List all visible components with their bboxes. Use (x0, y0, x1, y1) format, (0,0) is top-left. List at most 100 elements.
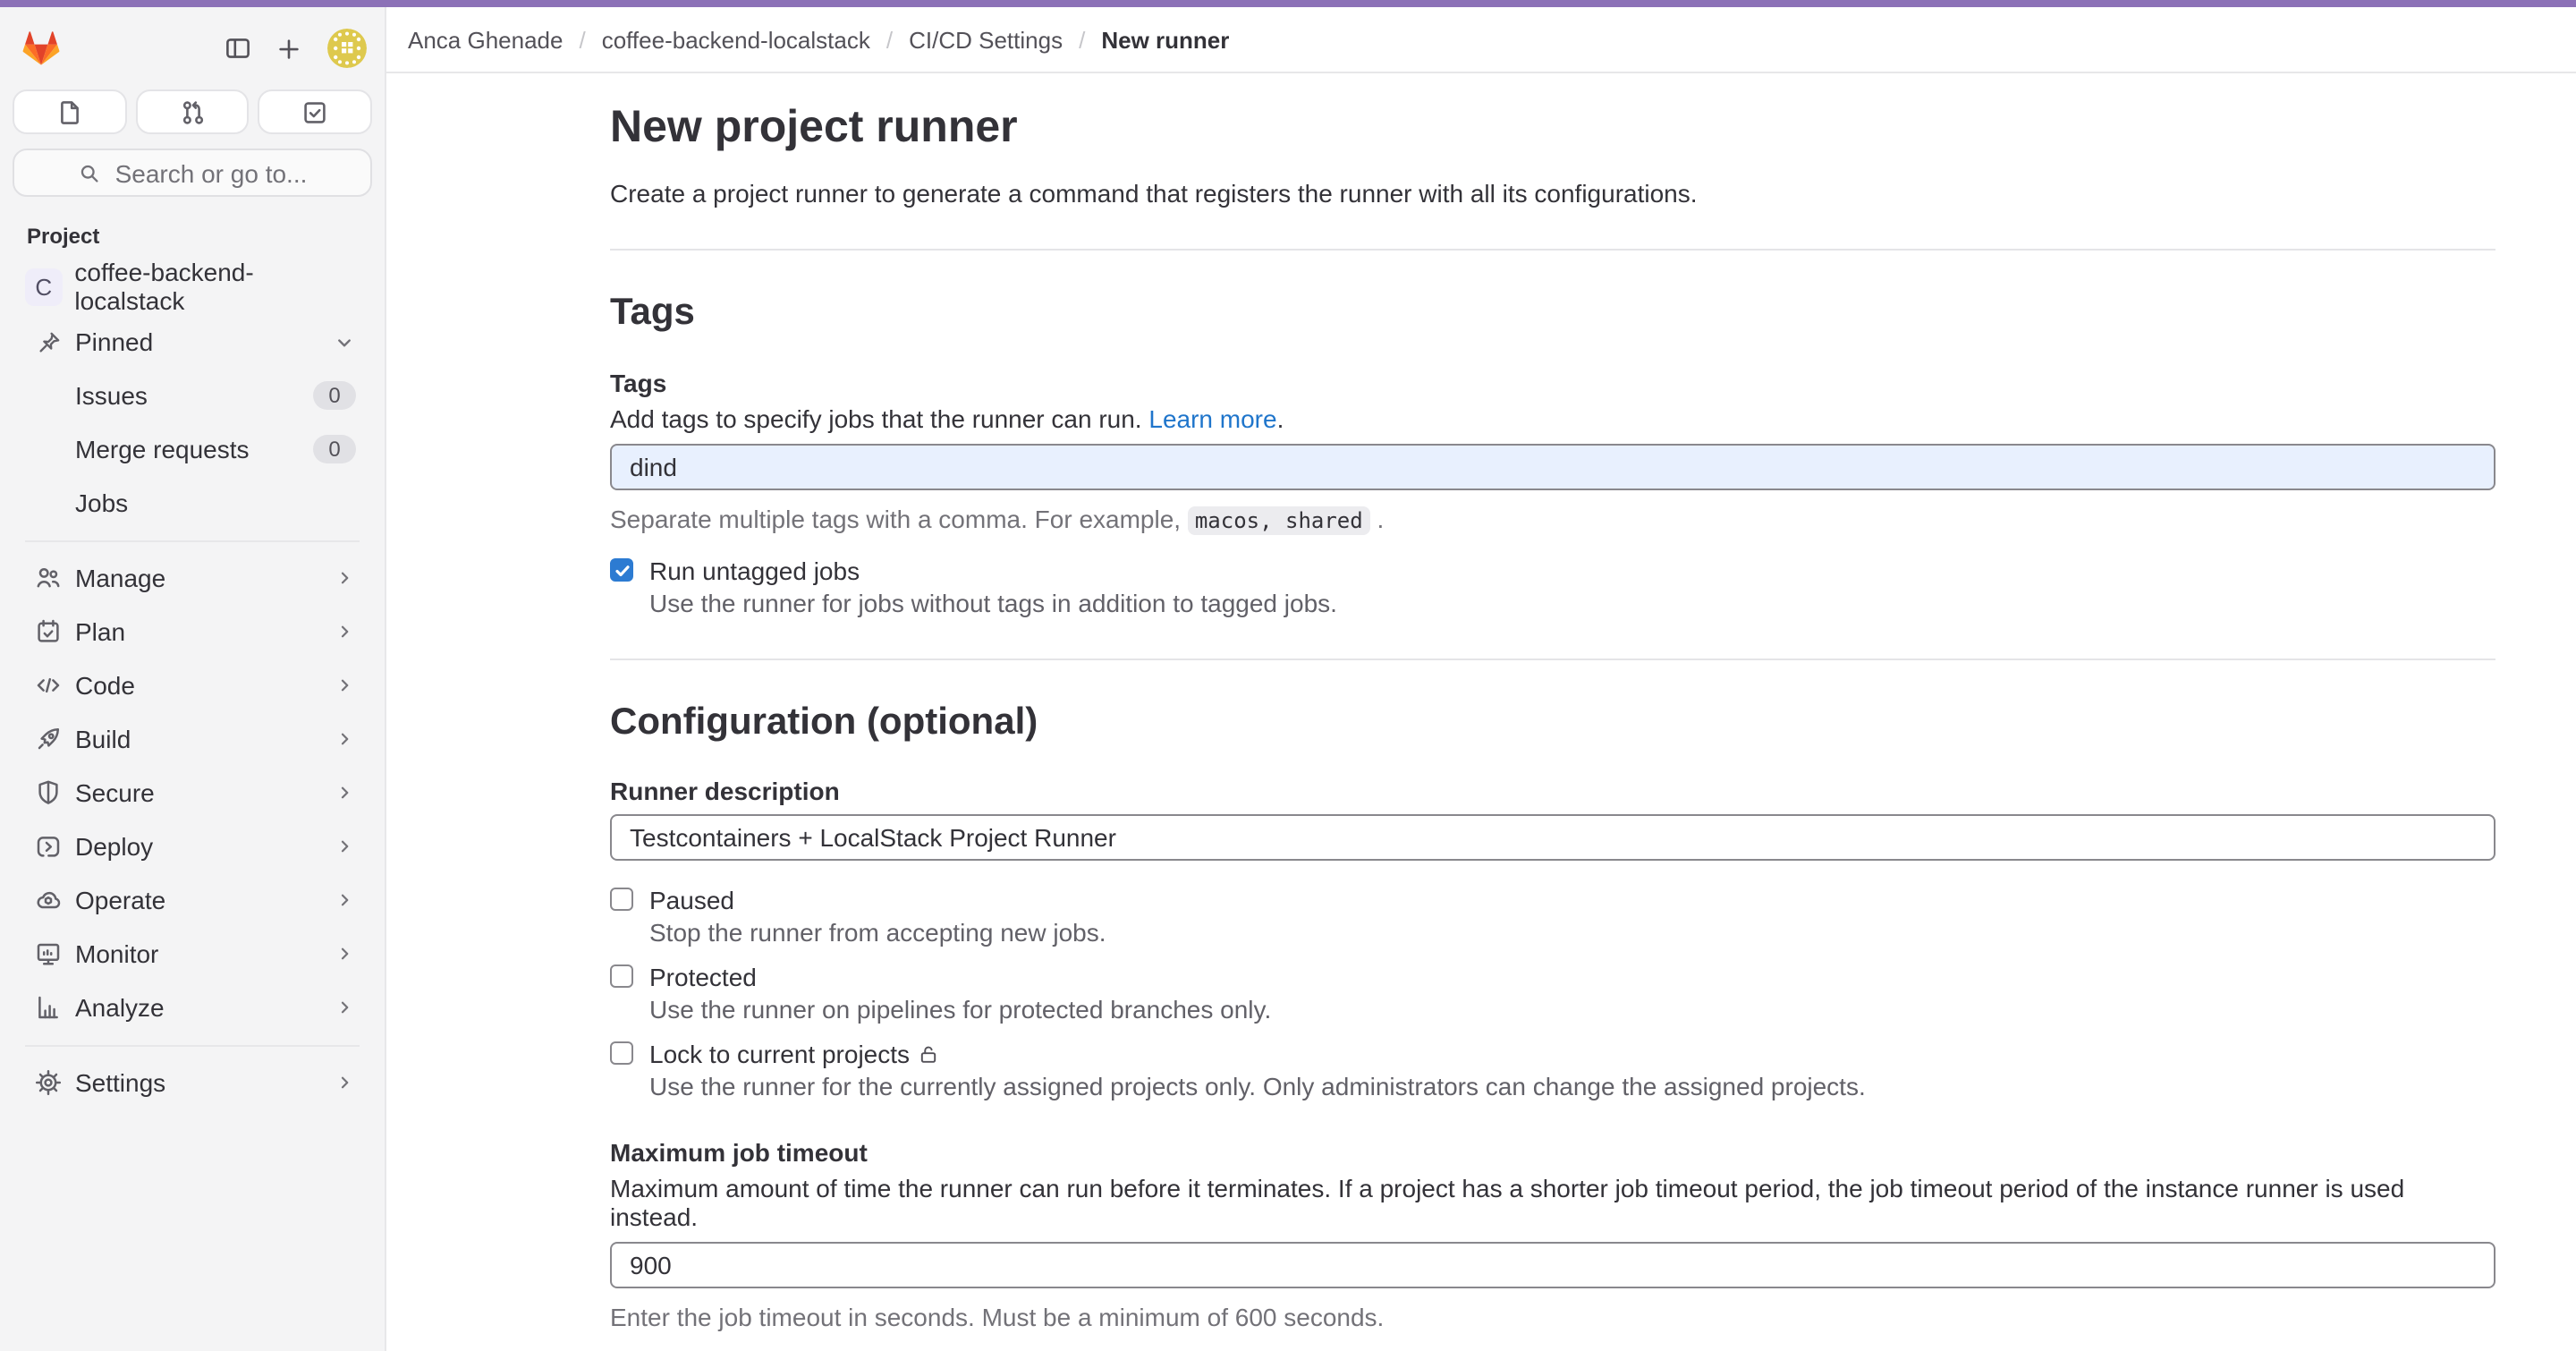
sidebar-divider (25, 1045, 360, 1047)
sidebar-item-manage[interactable]: Manage (7, 551, 377, 605)
runner-description-label: Runner description (610, 777, 2496, 805)
protected-desc: Use the runner on pipelines for protecte… (649, 995, 2496, 1024)
lock-icon (917, 1043, 938, 1066)
search-placeholder: Search or go to... (115, 158, 308, 187)
protected-checkbox[interactable] (610, 965, 633, 989)
sidebar-item-merge-requests[interactable]: Merge requests 0 (7, 422, 377, 476)
tags-help-text: Add tags to specify jobs that the runner… (610, 404, 2496, 432)
breadcrumb-current: New runner (1101, 26, 1229, 53)
tags-example-code: macos, shared (1188, 506, 1370, 534)
gitlab-new-runner-page: Search or go to... Project C coffee-back… (0, 0, 2576, 1351)
breadcrumb-namespace[interactable]: Anca Ghenade (408, 26, 563, 53)
sidebar-item-settings[interactable]: Settings (7, 1056, 377, 1109)
section-divider (610, 250, 2496, 251)
sidebar-item-deploy[interactable]: Deploy (7, 820, 377, 873)
issues-shortcut-button[interactable] (13, 89, 126, 134)
breadcrumb-project[interactable]: coffee-backend-localstack (602, 26, 870, 53)
sidebar-item-jobs[interactable]: Jobs (7, 476, 377, 530)
paused-checkbox[interactable] (610, 888, 633, 912)
sidebar-item-code[interactable]: Code (7, 659, 377, 712)
chevron-right-icon (335, 675, 356, 696)
sidebar-divider (25, 540, 360, 542)
calendar-check-icon (34, 617, 63, 646)
section-divider (610, 658, 2496, 659)
max-timeout-label: Maximum job timeout (610, 1138, 2496, 1167)
tags-field-label: Tags (610, 368, 2496, 396)
sidebar-item-analyze[interactable]: Analyze (7, 981, 377, 1034)
pin-icon (34, 328, 63, 355)
sidebar-item-pinned[interactable]: Pinned (7, 315, 377, 369)
chevron-right-icon (335, 943, 356, 964)
runner-description-input[interactable] (610, 814, 2496, 861)
protected-label[interactable]: Protected (649, 963, 757, 991)
tags-section-heading: Tags (610, 289, 2496, 338)
chevron-right-icon (335, 621, 356, 642)
max-timeout-input[interactable] (610, 1242, 2496, 1288)
learn-more-link[interactable]: Learn more (1148, 404, 1276, 432)
sidebar-shortcuts (0, 79, 385, 134)
chevron-right-icon (335, 728, 356, 750)
paused-label[interactable]: Paused (649, 886, 734, 914)
chevron-right-icon (335, 567, 356, 589)
chevron-down-icon (333, 330, 356, 353)
shield-icon (34, 778, 63, 807)
run-untagged-checkbox[interactable] (610, 558, 633, 582)
breadcrumb-cicd-settings[interactable]: CI/CD Settings (909, 26, 1063, 53)
top-accent-bar (0, 0, 2576, 7)
todo-shortcut-button[interactable] (258, 89, 372, 134)
configuration-section-heading: Configuration (optional) (610, 697, 2496, 746)
tags-hint: Separate multiple tags with a comma. For… (610, 504, 2496, 532)
search-input[interactable]: Search or go to... (13, 149, 372, 197)
run-untagged-label[interactable]: Run untagged jobs (649, 556, 860, 584)
main-content: New project runner Create a project runn… (386, 73, 2576, 1351)
chevron-right-icon (335, 836, 356, 857)
gitlab-logo-icon[interactable] (21, 29, 61, 68)
sidebar-item-build[interactable]: Build (7, 712, 377, 766)
run-untagged-desc: Use the runner for jobs without tags in … (649, 588, 2496, 616)
sidebar-item-issues[interactable]: Issues 0 (7, 369, 377, 422)
sidebar-project-item[interactable]: C coffee-backend-localstack (7, 258, 377, 315)
lock-label[interactable]: Lock to current projects (649, 1040, 938, 1068)
sidebar: Search or go to... Project C coffee-back… (0, 7, 386, 1351)
chart-icon (34, 993, 63, 1022)
protected-group: Protected Use the runner on pipelines fo… (610, 963, 2496, 1024)
project-avatar: C (25, 268, 62, 305)
merge-requests-shortcut-button[interactable] (135, 89, 249, 134)
tags-input[interactable] (610, 443, 2496, 489)
sidebar-section-label: Project (0, 197, 385, 258)
plus-icon[interactable] (270, 30, 306, 66)
paused-desc: Stop the runner from accepting new jobs. (649, 918, 2496, 947)
max-timeout-hint: Enter the job timeout in seconds. Must b… (610, 1303, 2496, 1331)
sidebar-item-plan[interactable]: Plan (7, 605, 377, 659)
monitor-icon (34, 939, 63, 968)
breadcrumb: Anca Ghenade / coffee-backend-localstack… (386, 7, 2576, 73)
page-intro: Create a project runner to generate a co… (610, 180, 2496, 208)
sidebar-item-secure[interactable]: Secure (7, 766, 377, 820)
cloud-pod-icon (34, 886, 63, 914)
deploy-icon (34, 832, 63, 861)
lock-desc: Use the runner for the currently assigne… (649, 1072, 2496, 1100)
page-title: New project runner (610, 100, 2496, 157)
paused-group: Paused Stop the runner from accepting ne… (610, 886, 2496, 947)
code-icon (34, 671, 63, 700)
chevron-right-icon (335, 997, 356, 1018)
issues-count-badge: 0 (313, 381, 356, 410)
max-timeout-desc: Maximum amount of time the runner can ru… (610, 1174, 2496, 1231)
users-icon (34, 564, 63, 592)
chevron-right-icon (335, 782, 356, 803)
run-untagged-group: Run untagged jobs Use the runner for job… (610, 556, 2496, 616)
chevron-right-icon (335, 1072, 356, 1093)
chevron-right-icon (335, 889, 356, 911)
project-name: coffee-backend-localstack (74, 258, 360, 315)
sidebar-header (0, 7, 385, 79)
gear-icon (34, 1068, 63, 1097)
user-avatar[interactable] (327, 29, 367, 68)
rocket-icon (34, 725, 63, 753)
lock-group: Lock to current projects Use the runner … (610, 1040, 2496, 1100)
sidebar-item-monitor[interactable]: Monitor (7, 927, 377, 981)
search-icon (78, 160, 103, 185)
lock-checkbox[interactable] (610, 1042, 633, 1066)
toggle-sidebar-icon[interactable] (220, 30, 256, 66)
merge-requests-count-badge: 0 (313, 435, 356, 463)
sidebar-item-operate[interactable]: Operate (7, 873, 377, 927)
